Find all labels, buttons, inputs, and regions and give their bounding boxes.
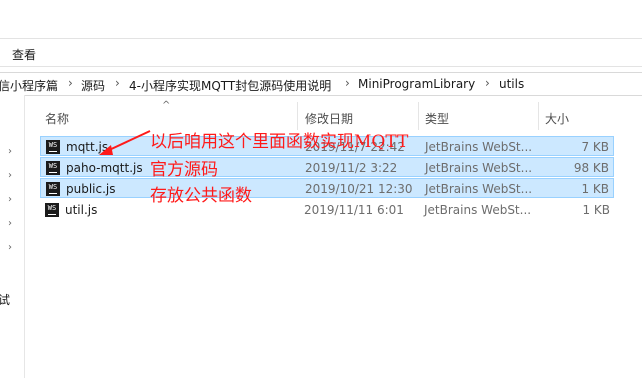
navigation-pane[interactable]: › › › › › 试 [0,95,25,378]
file-type: JetBrains WebSt... [425,140,533,154]
column-header-type[interactable]: 类型 [425,110,449,127]
file-name[interactable]: util.js [65,203,97,217]
column-divider[interactable] [418,102,419,130]
annotation-arrow-icon [99,130,151,155]
webstorm-file-icon: WS [46,140,60,154]
chevron-right-icon[interactable]: › [115,76,120,90]
nav-item-label[interactable]: 试 [0,291,10,308]
chevron-right-icon[interactable]: › [485,76,490,90]
column-divider[interactable] [297,102,298,130]
expand-chevron-icon[interactable]: › [8,146,12,157]
window-title-area [0,0,642,39]
expand-chevron-icon[interactable]: › [8,218,12,229]
file-type: JetBrains WebSt... [424,203,532,217]
column-divider[interactable] [538,102,539,130]
breadcrumb-item[interactable]: 信小程序篇 [0,77,58,94]
expand-chevron-icon[interactable]: › [8,242,12,253]
chevron-right-icon[interactable]: › [345,76,350,90]
webstorm-file-icon: WS [46,182,60,196]
breadcrumb-item[interactable]: 4-小程序实现MQTT封包源码使用说明 [129,77,331,94]
file-size: 1 KB [582,203,610,217]
file-row[interactable]: WS public.js 2019/10/21 12:30 JetBrains … [40,178,614,198]
ribbon-divider [0,66,642,67]
annotation-text: 存放公共函数 [150,186,252,206]
annotation-text: 以后咱用这个里面函数实现MQTT [150,132,409,152]
file-size: 98 KB [573,161,609,175]
column-header-modified[interactable]: 修改日期 [305,110,353,127]
file-modified: 2019/11/2 3:22 [305,161,398,175]
webstorm-file-icon: WS [46,161,60,175]
column-header-size[interactable]: 大小 [545,110,569,127]
breadcrumb-item[interactable]: 源码 [81,77,105,94]
file-name[interactable]: public.js [66,182,116,196]
sort-ascending-icon: ^ [162,100,171,111]
chevron-right-icon[interactable]: › [68,76,73,90]
file-size: 7 KB [581,140,609,154]
address-bar[interactable]: 信小程序篇 › 源码 › 4-小程序实现MQTT封包源码使用说明 › MiniP… [0,72,642,96]
file-modified: 2019/11/11 6:01 [304,203,404,217]
column-header-name[interactable]: 名称 [45,110,69,127]
file-size: 1 KB [581,182,609,196]
expand-chevron-icon[interactable]: › [8,194,12,205]
tab-view[interactable]: 查看 [12,46,36,63]
breadcrumb-item-current[interactable]: utils [499,77,524,91]
breadcrumb-item[interactable]: MiniProgramLibrary [358,77,475,91]
webstorm-file-icon: WS [45,203,59,217]
file-modified: 2019/10/21 12:30 [305,182,413,196]
file-row[interactable]: WS util.js 2019/11/11 6:01 JetBrains Web… [40,200,614,220]
annotation-text: 官方源码 [150,160,218,180]
expand-chevron-icon[interactable]: › [8,170,12,181]
file-type: JetBrains WebSt... [425,182,533,196]
file-type: JetBrains WebSt... [425,161,533,175]
